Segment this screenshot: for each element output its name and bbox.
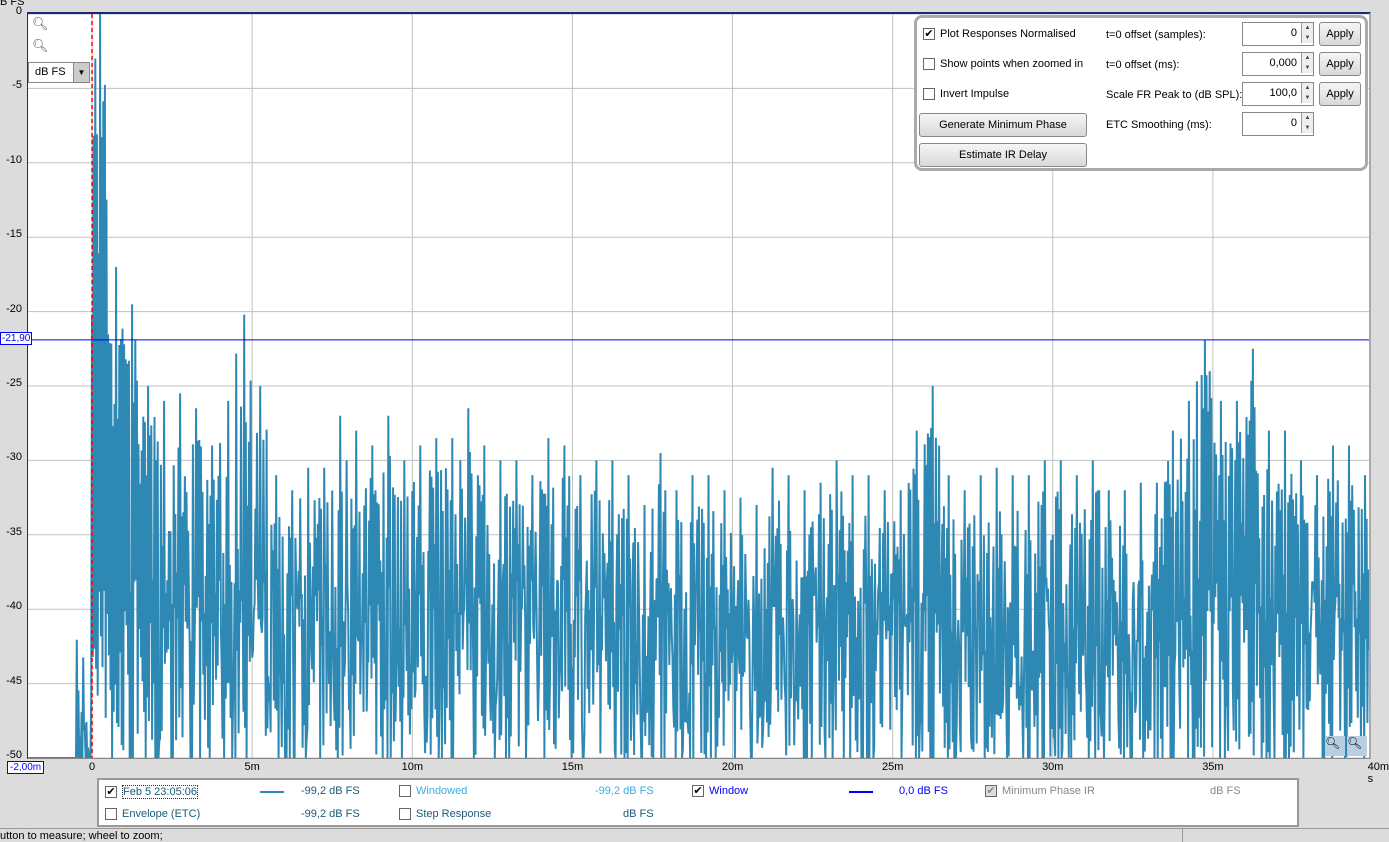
- apply-offset-ms-button[interactable]: Apply: [1319, 52, 1361, 76]
- legend-item-window[interactable]: ✔ Window: [692, 785, 748, 797]
- unit-select[interactable]: dB FS ▼: [28, 62, 90, 83]
- y-tick-label: -25: [6, 377, 22, 389]
- spin-down-icon[interactable]: ▼: [1301, 63, 1313, 73]
- x-tick-label: 40m s: [1367, 761, 1389, 785]
- invert-option[interactable]: Invert Impulse: [923, 88, 1009, 100]
- legend: ✔ Feb 5 23:05:06 -99,2 dB FS Windowed -99…: [97, 778, 1299, 827]
- zoom-in-icon[interactable]: 🔍︎: [1347, 736, 1367, 756]
- status-divider: [1182, 829, 1183, 842]
- x-tick-label: 35m: [1202, 761, 1224, 773]
- etc-smoothing-label: ETC Smoothing (ms):: [1106, 119, 1212, 131]
- cursor-x-readout: -2,00m: [7, 761, 45, 774]
- legend-label: Feb 5 23:05:06: [122, 785, 199, 799]
- scale-fr-spinner[interactable]: ▲▼: [1242, 82, 1314, 106]
- legend-checkbox[interactable]: [399, 785, 411, 797]
- offset-ms-input[interactable]: [1243, 53, 1299, 73]
- legend-label: Minimum Phase IR: [1002, 785, 1095, 797]
- legend-value: dB FS: [623, 808, 654, 820]
- y-tick-label: -20: [6, 302, 22, 315]
- x-tick-label: 25m: [881, 761, 904, 773]
- y-tick-label: -5: [12, 79, 22, 92]
- legend-value: -99,2 dB FS: [301, 808, 360, 820]
- scale-fr-input[interactable]: [1243, 83, 1299, 103]
- spin-up-icon[interactable]: ▲: [1301, 83, 1313, 93]
- zoom-out-icon[interactable]: 🔍︎: [32, 38, 49, 54]
- status-bar: utton to measure; wheel to zoom;: [0, 828, 1389, 842]
- spin-up-icon[interactable]: ▲: [1301, 23, 1313, 33]
- legend-value: -99,2 dB FS: [595, 785, 654, 797]
- spin-down-icon[interactable]: ▼: [1301, 93, 1313, 103]
- etc-smoothing-spinner[interactable]: ▲▼: [1242, 112, 1314, 136]
- legend-item-measurement[interactable]: ✔ Feb 5 23:05:06: [105, 785, 199, 799]
- x-tick-label: 5m: [244, 761, 260, 773]
- x-tick-label: 15m: [561, 761, 584, 773]
- y-tick-label: 0: [15, 5, 22, 17]
- cursor-y-readout: -21,90: [0, 332, 33, 345]
- x-tick-label: 20m: [721, 761, 744, 773]
- impulse-controls-panel: ✔ Plot Responses Normalised Show points w…: [914, 15, 1368, 171]
- plot-normalised-option[interactable]: ✔ Plot Responses Normalised: [923, 28, 1076, 40]
- x-tick-label: 10m: [401, 761, 423, 773]
- y-tick-label: -50: [6, 749, 22, 761]
- legend-item-windowed[interactable]: Windowed: [399, 785, 467, 797]
- offset-ms-label: t=0 offset (ms):: [1106, 59, 1180, 71]
- etc-smoothing-input[interactable]: [1243, 113, 1299, 133]
- legend-checkbox[interactable]: [105, 808, 117, 820]
- show-points-option[interactable]: Show points when zoomed in: [923, 58, 1083, 70]
- legend-value: -99,2 dB FS: [301, 785, 360, 797]
- spin-down-icon[interactable]: ▼: [1301, 33, 1313, 43]
- legend-label: Window: [709, 785, 749, 797]
- zoom-in-icon[interactable]: 🔍︎: [32, 16, 49, 32]
- spin-up-icon[interactable]: ▲: [1301, 113, 1313, 123]
- x-tick-label: 0: [88, 761, 96, 773]
- y-tick-label: -30: [6, 451, 22, 464]
- legend-value: dB FS: [1210, 785, 1241, 797]
- apply-offset-samples-button[interactable]: Apply: [1319, 22, 1361, 46]
- y-tick-label: -45: [6, 674, 22, 687]
- chevron-down-icon: ▼: [73, 63, 89, 82]
- legend-item-minimum-phase[interactable]: ✔ Minimum Phase IR: [985, 785, 1095, 797]
- legend-label: Envelope (ETC): [122, 808, 201, 820]
- show-points-checkbox[interactable]: [923, 58, 935, 70]
- status-text: utton to measure; wheel to zoom;: [0, 830, 163, 842]
- legend-checkbox[interactable]: [399, 808, 411, 820]
- offset-samples-spinner[interactable]: ▲▼: [1242, 22, 1314, 46]
- legend-checkbox[interactable]: ✔: [985, 785, 997, 797]
- y-tick-label: -40: [6, 600, 22, 613]
- legend-checkbox[interactable]: ✔: [105, 786, 117, 798]
- legend-item-step-response[interactable]: Step Response: [399, 808, 491, 820]
- x-tick-label: 30m: [1042, 761, 1064, 773]
- invert-checkbox[interactable]: [923, 88, 935, 100]
- plot-normalised-checkbox[interactable]: ✔: [923, 28, 935, 40]
- zoom-out-icon[interactable]: 🔍︎: [1325, 736, 1345, 756]
- y-tick-label: -10: [6, 153, 22, 166]
- generate-minimum-phase-button[interactable]: Generate Minimum Phase: [919, 113, 1087, 137]
- unit-select-value: dB FS: [35, 66, 66, 78]
- show-points-label: Show points when zoomed in: [940, 58, 1084, 70]
- offset-samples-input[interactable]: [1243, 23, 1299, 43]
- legend-line-swatch: [849, 791, 873, 793]
- apply-scale-button[interactable]: Apply: [1319, 82, 1361, 106]
- legend-line-swatch: [260, 791, 284, 793]
- plot-normalised-label: Plot Responses Normalised: [940, 28, 1076, 40]
- y-tick-label: -35: [6, 525, 22, 538]
- invert-label: Invert Impulse: [940, 88, 1010, 100]
- scale-fr-label: Scale FR Peak to (dB SPL):: [1106, 89, 1243, 101]
- legend-label: Step Response: [416, 808, 492, 820]
- legend-label: Windowed: [416, 785, 468, 797]
- spin-up-icon[interactable]: ▲: [1301, 53, 1313, 63]
- y-tick-label: -15: [6, 228, 22, 241]
- offset-samples-label: t=0 offset (samples):: [1106, 29, 1206, 41]
- offset-ms-spinner[interactable]: ▲▼: [1242, 52, 1314, 76]
- legend-item-envelope[interactable]: Envelope (ETC): [105, 808, 200, 820]
- legend-checkbox[interactable]: ✔: [692, 785, 704, 797]
- legend-value: 0,0 dB FS: [899, 785, 948, 797]
- spin-down-icon[interactable]: ▼: [1301, 123, 1313, 133]
- estimate-ir-delay-button[interactable]: Estimate IR Delay: [919, 143, 1087, 167]
